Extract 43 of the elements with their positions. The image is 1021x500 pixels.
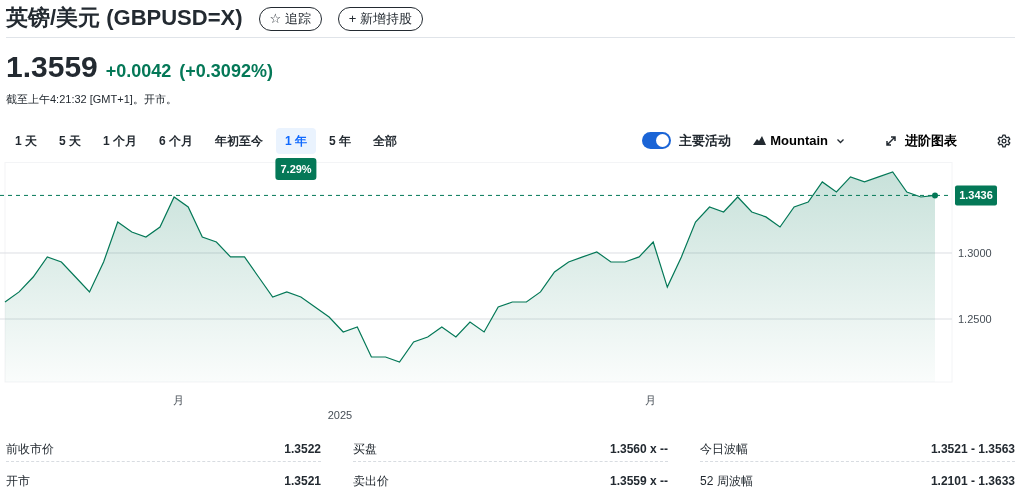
expand-icon [885, 134, 897, 147]
stat-label: 卖出价 [353, 472, 389, 490]
action-button[interactable]: + 新增持股 [337, 6, 424, 31]
toggle-switch[interactable] [642, 132, 672, 149]
timestamp: 截至上午4:21:32 [GMT+1]。开市。 [6, 92, 178, 107]
y-axis-label: 1.3000 [958, 246, 992, 259]
stat-label: 今日波幅 [700, 441, 748, 458]
caret-icon [836, 137, 845, 144]
x-axis-label: 月 [172, 393, 184, 406]
stat-value: 1.3521 - 1.3563 [930, 441, 1015, 458]
last-price-badge: 1.3436 [955, 184, 997, 205]
mountain-icon [753, 136, 767, 145]
last-point-marker [932, 191, 938, 198]
x-axis-label: 月 [644, 393, 656, 406]
stat-value: 1.3560 x -- [609, 441, 668, 458]
stat-value: 1.2101 - 1.3633 [930, 472, 1015, 490]
range-tab[interactable]: 6 个月 [150, 127, 203, 154]
range-tab[interactable]: 1 年 [276, 127, 317, 154]
stat-label: 前收市价 [6, 441, 54, 458]
y-axis-label: 1.2500 [958, 312, 992, 325]
percent-change: (+0.3092%) [179, 60, 273, 83]
chart-type-dropdown[interactable]: Mountain [753, 130, 845, 151]
page-title: 英镑/美元 (GBPUSD=X) [6, 5, 243, 32]
stat-value: 1.3522 [284, 441, 321, 458]
settings-icon[interactable] [997, 133, 1011, 148]
range-tab[interactable]: 5 年 [320, 127, 361, 154]
range-tab[interactable]: 年初至今 [206, 127, 273, 154]
year-label: 2025 [327, 408, 353, 421]
advanced-chart-link[interactable]: 进阶图表 [885, 130, 957, 151]
toggle-label: 主要活动 [679, 131, 732, 150]
price-value: 1.3559 [6, 52, 98, 82]
range-tab[interactable]: 1 天 [6, 127, 46, 154]
stat-value: 1.3559 x -- [609, 472, 668, 490]
range-tab[interactable]: 全部 [364, 127, 407, 154]
return-badge: 7.29% [275, 157, 317, 180]
action-button[interactable]: ☆ 追踪 [258, 6, 322, 31]
price-change: +0.0042 [105, 60, 172, 83]
stat-label: 开市 [6, 472, 30, 490]
range-tab[interactable]: 5 天 [50, 127, 91, 154]
stat-label: 买盘 [353, 441, 377, 458]
range-tab[interactable]: 1 个月 [94, 127, 147, 154]
stat-value: 1.3521 [284, 472, 321, 490]
stat-label: 52 周波幅 [700, 472, 753, 490]
